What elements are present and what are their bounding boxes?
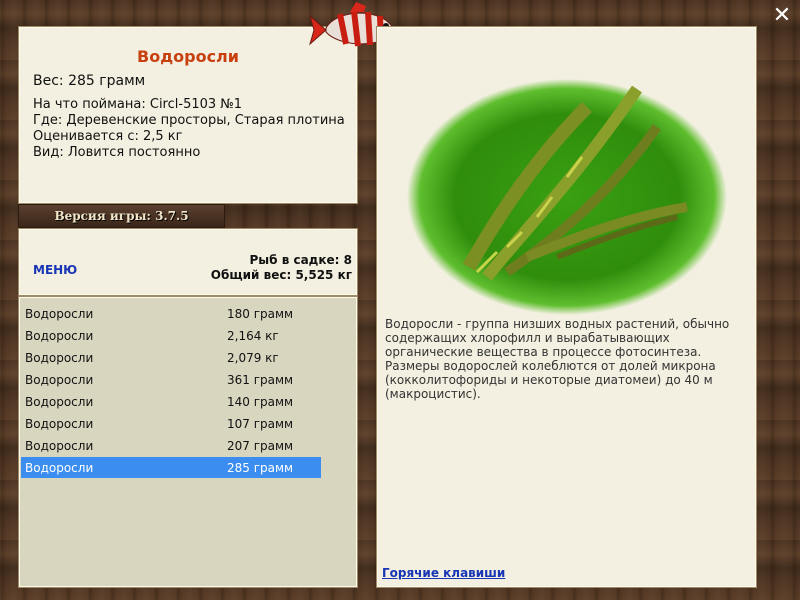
list-item-name: Водоросли bbox=[25, 439, 94, 453]
list-item-weight: 140 грамм bbox=[227, 395, 294, 409]
list-item-weight: 2,079 кг bbox=[227, 351, 279, 365]
fish-weight: Вес: 285 грамм bbox=[33, 73, 146, 89]
list-item-weight: 180 грамм bbox=[227, 307, 294, 321]
list-item-weight: 107 грамм bbox=[227, 417, 294, 431]
list-item-weight: 285 грамм bbox=[227, 461, 294, 475]
list-item-name: Водоросли bbox=[25, 461, 94, 475]
menu-panel: МЕНЮ Рыб в садке: 8 Общий вес: 5,525 кг bbox=[18, 228, 358, 296]
list-item-weight: 361 грамм bbox=[227, 373, 294, 387]
close-button[interactable]: ✕ bbox=[770, 4, 794, 28]
list-item[interactable]: Водоросли 180 грамм bbox=[21, 303, 321, 324]
menu-button[interactable]: МЕНЮ bbox=[33, 263, 77, 277]
valued-from: Оценивается с: 2,5 кг bbox=[33, 129, 183, 144]
location: Где: Деревенские просторы, Старая плотин… bbox=[33, 113, 345, 128]
catch-count: Рыб в садке: 8 bbox=[249, 253, 353, 267]
list-item[interactable]: Водоросли 2,164 кг bbox=[21, 325, 321, 346]
list-item-name: Водоросли bbox=[25, 417, 94, 431]
list-item-name: Водоросли bbox=[25, 395, 94, 409]
algae-image bbox=[407, 79, 727, 315]
game-version: Версия игры: 3.7.5 bbox=[18, 204, 225, 228]
list-item[interactable]: Водоросли 107 грамм bbox=[21, 413, 321, 434]
list-item-name: Водоросли bbox=[25, 307, 94, 321]
caught-with: На что поймана: Circl-5103 №1 bbox=[33, 97, 243, 112]
list-item-name: Водоросли bbox=[25, 329, 94, 343]
fish-type: Вид: Ловится постоянно bbox=[33, 145, 201, 160]
hotkeys-link[interactable]: Горячие клавиши bbox=[382, 566, 505, 580]
list-item-name: Водоросли bbox=[25, 351, 94, 365]
list-item-weight: 207 грамм bbox=[227, 439, 294, 453]
list-item-weight: 2,164 кг bbox=[227, 329, 279, 343]
list-item[interactable]: Водоросли 207 грамм bbox=[21, 435, 321, 456]
fish-description: Водоросли - группа низших водных растени… bbox=[385, 317, 730, 401]
list-item-name: Водоросли bbox=[25, 373, 94, 387]
catch-total-weight: Общий вес: 5,525 кг bbox=[210, 268, 352, 282]
list-item[interactable]: Водоросли 361 грамм bbox=[21, 369, 321, 390]
list-item[interactable]: Водоросли 285 грамм bbox=[21, 457, 321, 478]
list-item[interactable]: Водоросли 140 грамм bbox=[21, 391, 321, 412]
list-item[interactable]: Водоросли 2,079 кг bbox=[21, 347, 321, 368]
fish-info-panel: Водоросли Вес: 285 грамм На что поймана:… bbox=[18, 26, 358, 204]
detail-panel: Водоросли - группа низших водных растени… bbox=[376, 26, 757, 588]
catch-list: Водоросли 180 грамм Водоросли 2,164 кг Водор… bbox=[18, 296, 358, 588]
